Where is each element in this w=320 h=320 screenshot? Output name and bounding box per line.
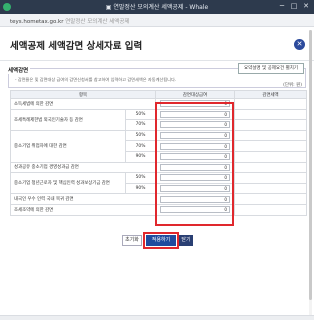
reduction-cell (234, 193, 307, 205)
rate-cell: 70% (125, 140, 156, 152)
rate-cell: 50% (125, 108, 156, 121)
table-row: 소득세법에 의한 감면 (10, 98, 307, 110)
amount-input[interactable] (160, 132, 230, 140)
bottom-edge (0, 315, 314, 320)
table-header-row: 항목 감면대상급여 감면세액 (10, 90, 307, 99)
minimize-button[interactable]: ─ (276, 1, 288, 12)
row-item: 중소기업 취업자에 대한 감면 (10, 129, 126, 163)
reduction-cell (234, 129, 307, 142)
popup-header: 세액공제 세액감면 상세자료 입력 ✕ (0, 27, 314, 61)
rate-cell: 50% (125, 172, 156, 184)
address-bar[interactable]: teys.hometax.go.kr 연말정산 모의계산 세액공제 (0, 14, 314, 27)
deduction-table: 항목 감면대상급여 감면세액 소득세법에 의한 감면 조세특례제한법 외국인기술… (10, 90, 307, 216)
rate-cell: 90% (125, 150, 156, 163)
amount-input[interactable] (160, 142, 230, 150)
close-icon[interactable]: ✕ (294, 39, 305, 50)
reduction-cell (234, 203, 307, 216)
amount-input[interactable] (160, 206, 230, 214)
table-row: 중소기업 청년근로자 및 핵심인력 성과보상기금 감면 50% (10, 172, 307, 195)
scrollbar-thumb[interactable] (309, 30, 312, 300)
amount-cell (155, 182, 235, 195)
amount-cell (155, 108, 235, 121)
column-header-reduction-tax: 감면세액 (234, 90, 307, 99)
window-close-button[interactable]: ✕ (300, 1, 312, 12)
amount-input[interactable] (160, 153, 230, 161)
unit-label: (단위: 원) (283, 83, 302, 88)
amount-input[interactable] (160, 110, 230, 118)
vertical-scrollbar[interactable] (309, 30, 312, 315)
amount-input[interactable] (160, 121, 230, 129)
maximize-button[interactable]: □ (288, 1, 300, 12)
amount-input[interactable] (160, 163, 230, 171)
reduction-cell (234, 108, 307, 121)
close-button[interactable]: 닫기 (179, 235, 193, 246)
action-button-row: 초기화 적용하기 닫기 (0, 235, 314, 247)
address-domain: teys.hometax.go.kr (10, 19, 64, 25)
row-item: 중소기업 청년근로자 및 핵심인력 성과보상기금 감면 (10, 172, 126, 195)
amount-cell (155, 140, 235, 152)
section-notice: - 감면율은 및 감면대상 급여의 감면신청서를 참고하여 입력하고 감면세액은… (15, 77, 177, 82)
column-header-target-pay: 감면대상급여 (155, 90, 235, 99)
amount-cell (155, 150, 235, 163)
amount-cell (155, 98, 235, 110)
table-row: 조세조약에 의한 감면 (10, 203, 307, 216)
reset-button[interactable]: 초기화 (122, 235, 142, 246)
amount-input[interactable] (160, 100, 230, 108)
rate-cell: 70% (125, 119, 156, 131)
rate-cell: 50% (125, 129, 156, 142)
amount-cell (155, 203, 235, 216)
table-row: 중소기업 취업자에 대한 감면 50% (10, 129, 307, 163)
address-page-text: 연말정산 모의계산 세액공제 (65, 19, 130, 25)
column-header-item: 항목 (10, 90, 156, 99)
reduction-cell (234, 140, 307, 152)
row-item: 조세특례제한법 외국인기술자 등 감면 (10, 108, 126, 131)
row-item: 조세조약에 의한 감면 (10, 203, 156, 216)
amount-cell (155, 172, 235, 184)
window-titlebar: ▣ 연말정산 모의계산 세액공제 - Whale ─ □ ✕ (0, 0, 314, 14)
address-url: teys.hometax.go.kr 연말정산 모의계산 세액공제 (10, 17, 129, 25)
rate-cell: 90% (125, 182, 156, 195)
reduction-cell (234, 182, 307, 195)
reduction-cell (234, 161, 307, 174)
reduction-cell (234, 172, 307, 184)
guide-expand-button[interactable]: 요약설명 및 공제요건 펼치기 (238, 63, 304, 74)
section-title: 세액감면 (8, 66, 31, 74)
amount-cell (155, 193, 235, 205)
apply-button[interactable]: 적용하기 (146, 235, 176, 246)
window-title: ▣ 연말정산 모의계산 세액공제 - Whale (105, 4, 209, 11)
table-row: 성과공유 중소기업 경영성과급 감면 (10, 161, 307, 174)
reduction-cell (234, 119, 307, 131)
reduction-cell (234, 150, 307, 163)
table-row: 내국인 우수 인력 국내 복귀 감면 (10, 193, 307, 205)
amount-cell (155, 119, 235, 131)
amount-input[interactable] (160, 185, 230, 193)
page-title: 세액공제 세액감면 상세자료 입력 (10, 41, 143, 52)
row-item: 성과공유 중소기업 경영성과급 감면 (10, 161, 156, 174)
amount-input[interactable] (160, 195, 230, 203)
row-item: 내국인 우수 인력 국내 복귀 감면 (10, 193, 156, 205)
row-item: 소득세법에 의한 감면 (10, 98, 156, 110)
table-row: 조세특례제한법 외국인기술자 등 감면 50% (10, 108, 307, 131)
reduction-cell (234, 98, 307, 110)
amount-cell (155, 129, 235, 142)
amount-input[interactable] (160, 174, 230, 182)
amount-cell (155, 161, 235, 174)
